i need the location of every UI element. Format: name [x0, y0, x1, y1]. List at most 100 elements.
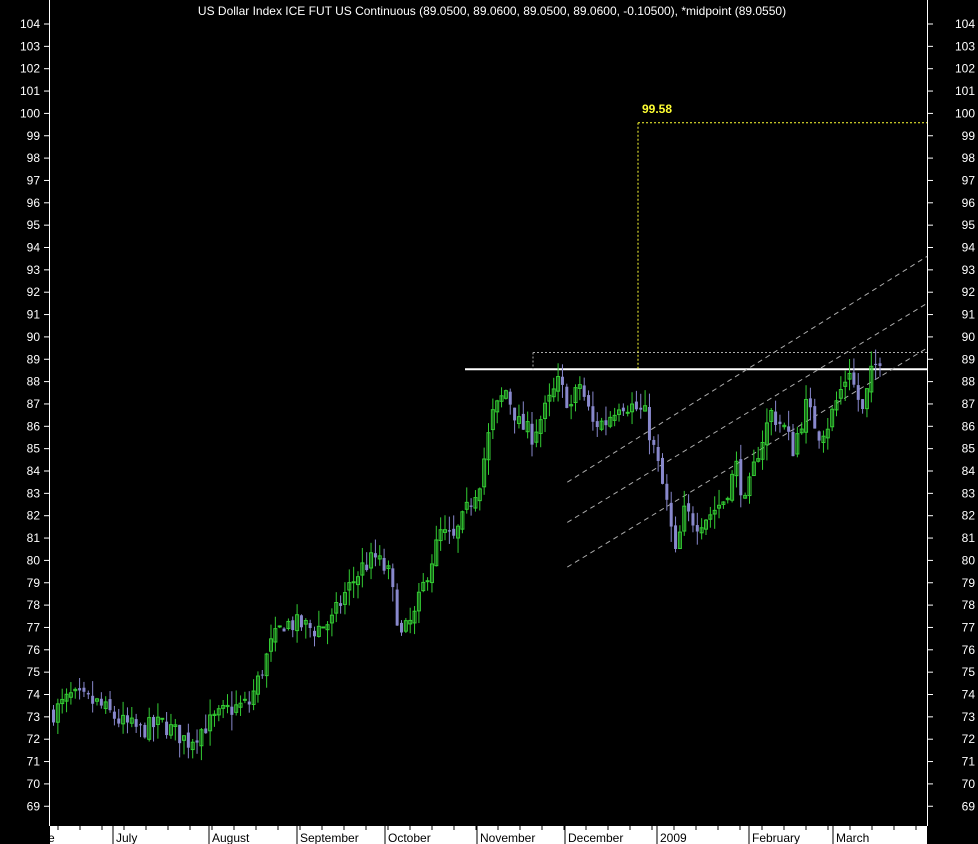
y-tick-label-left: 75 [27, 665, 41, 679]
candle-body-down [652, 439, 656, 445]
candle-body-down [521, 413, 525, 430]
y-tick-label-right: 95 [962, 218, 976, 232]
y-tick-label-right: 71 [962, 755, 976, 769]
candle-body-down [565, 386, 569, 408]
y-tick-label-left: 97 [27, 173, 41, 187]
chart-title: US Dollar Index ICE FUT US Continuous (8… [198, 4, 786, 18]
y-tick-label-right: 78 [962, 598, 976, 612]
candle-body-down [695, 525, 699, 532]
x-month-label: September [300, 831, 359, 844]
candle-body-down [339, 603, 343, 606]
x-month-label: February [752, 831, 800, 844]
candle-body-down [669, 502, 673, 527]
y-tick-label-right: 84 [962, 464, 976, 478]
candle-body-down [186, 732, 190, 748]
candle-body-down [604, 420, 608, 426]
y-tick-label-left: 98 [27, 151, 41, 165]
candle-body-up [160, 717, 165, 720]
y-tick-label-left: 82 [27, 509, 41, 523]
candle-body-down [587, 395, 591, 407]
y-tick-label-right: 82 [962, 509, 976, 523]
y-tick-label-left: 89 [27, 352, 41, 366]
candle-body-down [665, 483, 669, 500]
y-tick-label-right: 94 [962, 241, 976, 255]
y-tick-label-right: 70 [962, 777, 976, 791]
y-tick-label-left: 80 [27, 553, 41, 567]
candle-body-down [299, 615, 303, 628]
y-tick-label-left: 87 [27, 397, 41, 411]
y-tick-label-right: 93 [962, 263, 976, 277]
x-month-label: October [388, 831, 431, 844]
y-tick-label-left: 103 [20, 39, 40, 53]
y-tick-label-right: 101 [955, 84, 975, 98]
candle-body-down [313, 630, 316, 637]
y-tick-label-left: 95 [27, 218, 41, 232]
x-axis: e July August September October November Decem… [48, 826, 927, 844]
candle-body-up [242, 698, 247, 701]
candle-body-down [82, 687, 86, 692]
candle-body-up [425, 580, 430, 583]
y-tick-label-left: 70 [27, 777, 41, 791]
y-tick-label-right: 98 [962, 151, 976, 165]
candle-body-down [595, 421, 599, 428]
y-tick-label-left: 84 [27, 464, 41, 478]
candle-body-up [625, 411, 630, 414]
x-month-label: November [480, 831, 535, 844]
y-tick-label-right: 77 [962, 620, 976, 634]
y-tick-label-left: 96 [27, 196, 41, 210]
candle-body-down [117, 718, 121, 724]
candle-body-down [195, 740, 199, 743]
candle-body-down [856, 385, 860, 400]
y-tick-label-right: 69 [962, 799, 976, 813]
x-month-label: e [48, 831, 55, 844]
y-tick-label-left: 77 [27, 620, 41, 634]
candle-body-down [395, 589, 399, 626]
candle-body-down [230, 706, 234, 715]
candle-body-down [52, 709, 55, 723]
y-tick-label-right: 75 [962, 665, 976, 679]
candle-body-down [813, 406, 817, 429]
x-month-label: March [836, 831, 869, 844]
y-tick-label-left: 104 [20, 17, 40, 31]
x-month-label: August [212, 831, 250, 844]
y-tick-label-right: 91 [962, 308, 976, 322]
x-month-label: December [568, 831, 623, 844]
candle-body-down [878, 363, 882, 366]
candle-body-down [861, 399, 865, 410]
candle-body-down [282, 628, 286, 632]
candle-body-down [687, 503, 691, 512]
y-tick-label-left: 83 [27, 486, 41, 500]
y-tick-label-left: 79 [27, 576, 41, 590]
y-tick-label-left: 101 [20, 84, 40, 98]
y-tick-label-right: 90 [962, 330, 976, 344]
candle-body-down [178, 724, 182, 744]
x-month-label: 2009 [660, 831, 687, 844]
y-tick-label-right: 96 [962, 196, 976, 210]
candle-body-down [634, 401, 638, 410]
candle-body-down [204, 728, 208, 734]
candle-body-down [165, 721, 169, 736]
candle-body-down [78, 688, 82, 691]
candle-body-down [365, 564, 369, 571]
candle-body-down [656, 447, 660, 461]
candle-body-down [112, 711, 116, 719]
x-month-label: July [116, 831, 137, 844]
y-tick-label-right: 73 [962, 710, 976, 724]
y-tick-label-right: 97 [962, 173, 976, 187]
candle-body-up [277, 625, 282, 628]
chart-background [0, 0, 978, 844]
y-tick-label-left: 81 [27, 531, 41, 545]
y-tick-label-right: 103 [955, 39, 975, 53]
candle-body-down [125, 715, 129, 723]
candle-body-down [91, 695, 95, 704]
y-tick-label-right: 104 [955, 17, 975, 31]
candle-body-down [152, 716, 156, 728]
candle-body-down [691, 513, 695, 526]
candle-body-down [778, 421, 782, 425]
y-tick-label-left: 72 [27, 732, 41, 746]
y-tick-label-left: 88 [27, 375, 41, 389]
y-tick-label-left: 91 [27, 308, 41, 322]
y-tick-label-left: 92 [27, 285, 41, 299]
candle-body-down [874, 363, 878, 365]
y-tick-label-right: 74 [962, 688, 976, 702]
